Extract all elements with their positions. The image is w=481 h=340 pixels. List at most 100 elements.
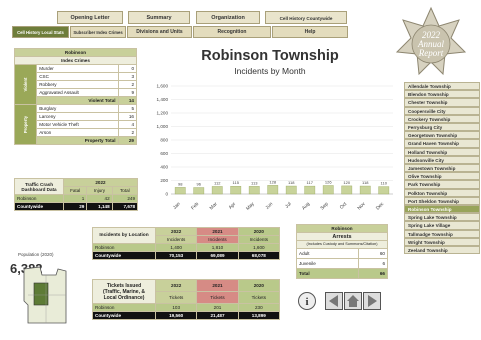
township-item[interactable]: Zeeland Township [404,246,480,255]
info-button[interactable]: i [298,292,316,310]
x-tick-label: Oct [339,201,349,211]
home-icon [347,295,359,307]
bar-value-label: 118 [362,180,369,185]
tickets-col-year: 2021 [196,279,239,292]
tab-subscriber-index-crimes[interactable]: Subscriber Index Crimes [70,26,126,38]
traffic-cell: 249 [111,194,139,203]
tab-organization[interactable]: Organization [196,11,260,24]
crime-label: Robbery [36,80,119,89]
crime-value: 2 [117,128,138,137]
township-item[interactable]: Allendale Township [404,82,480,91]
township-item[interactable]: Olive Township [404,172,480,181]
incidents-location-title: Incidents by Location [92,227,156,244]
incidents-row-label: Robinson [92,243,156,252]
crime-value: 4 [117,120,138,129]
bar [193,187,205,195]
bar-value-label: 115 [233,180,240,185]
township-item[interactable]: Holland Township [404,147,480,156]
bar [322,185,334,195]
crime-label: Arson [36,128,119,137]
tickets-col-sub: Tickets [154,291,198,304]
bar-value-label: 98 [178,181,183,186]
bar [359,185,371,195]
tab-recognition[interactable]: Recognition [193,26,271,38]
property-total-label: Property Total [36,136,119,145]
crime-value: 3 [117,72,138,81]
x-tick-label: Jul [284,201,293,210]
crime-label: Aggravated Assault [36,88,119,97]
township-item[interactable]: Polkton Township [404,188,480,197]
arrests-row-value: 60 [358,248,388,259]
bar-value-label: 128 [269,179,276,184]
bar [378,186,390,195]
tickets-row-label: Robinson [92,303,156,312]
arrests-heading: Arrests [296,232,388,241]
incidents-cell: 70,153 [154,251,198,260]
violent-total-value: 14 [117,96,138,105]
township-item[interactable]: Hudsonville City [404,155,480,165]
y-tick-label: 1,200 [157,111,169,116]
traffic-row-label: Countywide [14,202,64,211]
index-crimes-title: Robinson [14,48,137,57]
x-tick-label: Dec [375,201,386,212]
tab-opening-letter[interactable]: Opening Letter [57,11,123,24]
bar [248,186,260,195]
township-item[interactable]: Tallmadge Township [404,229,480,238]
property-label: Property [23,115,29,134]
township-item[interactable]: Chester Township [404,98,480,107]
township-item[interactable]: Crockery Township [404,114,480,124]
tickets-col-sub: Tickets [237,291,281,304]
township-item[interactable]: Port Sheldon Township [404,196,480,206]
chart-title: Robinson Township [201,48,339,64]
arrests-row-value: 6 [358,258,388,269]
township-item[interactable]: Georgetown Township [404,131,480,140]
traffic-cell: 7,678 [111,202,139,211]
incidents-col-year: 2020 [237,227,281,236]
tickets-row-label: Countywide [92,311,156,320]
x-tick-label: Feb [190,201,200,211]
township-item[interactable]: Robinson Township [404,205,480,214]
tickets-col-year: 2022 [154,279,198,292]
home-button[interactable] [344,292,362,310]
township-item[interactable]: Spring Lake Village [404,221,480,230]
township-item[interactable]: Grand Haven Township [404,139,480,148]
tickets-col-year: 2020 [237,279,281,292]
x-tick-label: Nov [356,201,367,212]
arrests-row-label: Juvenile [295,258,360,269]
incidents-cell: 69,089 [196,251,239,260]
bar-value-label: 113 [251,180,258,185]
township-item[interactable]: Wright Township [404,237,480,247]
y-tick-label: 400 [160,165,168,170]
incidents-col-year: 2022 [154,227,198,236]
tickets-cell: 19,560 [154,311,198,320]
township-item[interactable]: Park Township [404,180,480,189]
tab-cell-history-local[interactable]: Cell History Local Stats [12,26,69,38]
tab-summary[interactable]: Summary [128,11,190,24]
crime-value: 5 [117,104,138,113]
township-item[interactable]: Coopersville City [404,106,480,115]
violent-total-label: Violent Total [36,96,119,105]
x-tick-label: Aug [301,201,312,212]
index-crimes-table: Robinson Index Crimes Violent Murder 0 CS… [13,48,138,145]
township-item[interactable]: Ferrysburg City [404,123,480,132]
township-item[interactable]: Spring Lake Township [404,213,480,222]
tab-cell-history-countywide[interactable]: Cell History Countywide [265,11,347,24]
arrests-note: (Includes Custody and Summons/Citation) [296,240,388,249]
township-item[interactable]: Jamestown Township [404,164,480,173]
bar-value-label: 120 [343,180,350,185]
chart-subtitle: Incidents by Month [234,66,306,76]
crime-label: Motor Vehicle Theft [36,120,119,129]
tab-divisions-units[interactable]: Divisions and Units [127,26,192,38]
star-badge-icon: 2022 Annual Report [395,6,467,76]
tab-help[interactable]: Help [272,26,348,38]
left-arrow-icon [329,295,338,307]
next-button[interactable] [363,292,381,310]
x-tick-label: May [245,201,256,212]
x-tick-label: Jan [172,201,182,211]
incidents-cell: 1,810 [196,243,239,252]
y-tick-label: 1,400 [157,97,169,102]
bar-value-label: 118 [288,180,295,185]
crime-value: 2 [117,80,138,89]
prev-button[interactable] [325,292,343,310]
township-item[interactable]: Blendon Township [404,90,480,99]
